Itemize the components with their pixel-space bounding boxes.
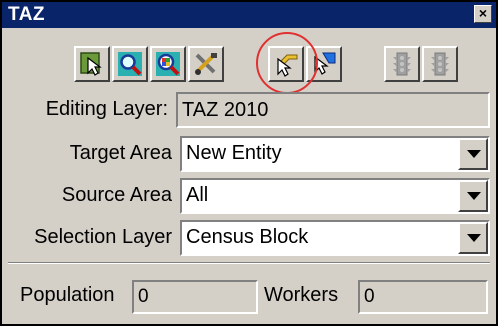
selection-layer-value: Census Block xyxy=(186,226,309,248)
signal-tool-button-1[interactable] xyxy=(384,46,420,82)
tools-settings-icon xyxy=(195,53,217,75)
source-area-label: Source Area xyxy=(61,184,172,206)
population-label: Population xyxy=(20,284,115,306)
selection-layer-label: Selection Layer xyxy=(34,226,172,248)
zoom-tool-button[interactable] xyxy=(112,46,148,82)
zoom-layers-tool-button[interactable] xyxy=(150,46,186,82)
source-area-value: All xyxy=(186,184,209,206)
close-button[interactable]: × xyxy=(474,5,492,23)
tools-settings-button[interactable] xyxy=(188,46,224,82)
zoom-multicolor-icon xyxy=(156,52,180,76)
workers-label: Workers xyxy=(264,284,339,306)
editing-layer-field: TAZ 2010 xyxy=(176,92,490,128)
workers-field: 0 xyxy=(358,280,488,314)
divider xyxy=(8,262,490,264)
taz-dialog: TAZ × Editing Layer: TAZ 2010 Target Are… xyxy=(0,0,498,326)
target-area-select[interactable]: New Entity xyxy=(180,136,490,172)
target-area-label: Target Area xyxy=(69,142,172,164)
source-area-row: Source Area All xyxy=(2,178,496,218)
population-field: 0 xyxy=(132,280,258,314)
pointer-add-icon xyxy=(277,54,298,77)
source-area-select[interactable]: All xyxy=(180,178,490,214)
selection-layer-select[interactable]: Census Block xyxy=(180,220,490,256)
target-area-value: New Entity xyxy=(186,142,282,164)
traffic-light-icon xyxy=(431,52,449,76)
source-area-dropdown-button[interactable] xyxy=(458,180,488,212)
target-area-dropdown-button[interactable] xyxy=(458,138,488,170)
pointer-blue-icon xyxy=(314,52,336,75)
stats-row: Population 0 Workers 0 xyxy=(2,280,496,320)
selection-layer-row: Selection Layer Census Block xyxy=(2,220,496,260)
signal-tool-button-2[interactable] xyxy=(422,46,458,82)
target-area-row: Target Area New Entity xyxy=(2,136,496,176)
select-pointer-icon xyxy=(80,52,102,76)
select-tool-button[interactable] xyxy=(74,46,110,82)
traffic-light-icon xyxy=(393,52,411,76)
zoom-blue-icon xyxy=(118,52,142,76)
title-bar: TAZ × xyxy=(2,2,496,28)
editing-layer-label: Editing Layer: xyxy=(45,98,168,120)
pointer-select-button[interactable] xyxy=(306,46,342,82)
editing-layer-row: Editing Layer: TAZ 2010 xyxy=(2,92,496,132)
selection-layer-dropdown-button[interactable] xyxy=(458,222,488,254)
window-title: TAZ xyxy=(8,4,46,25)
pointer-add-button[interactable] xyxy=(268,46,304,82)
